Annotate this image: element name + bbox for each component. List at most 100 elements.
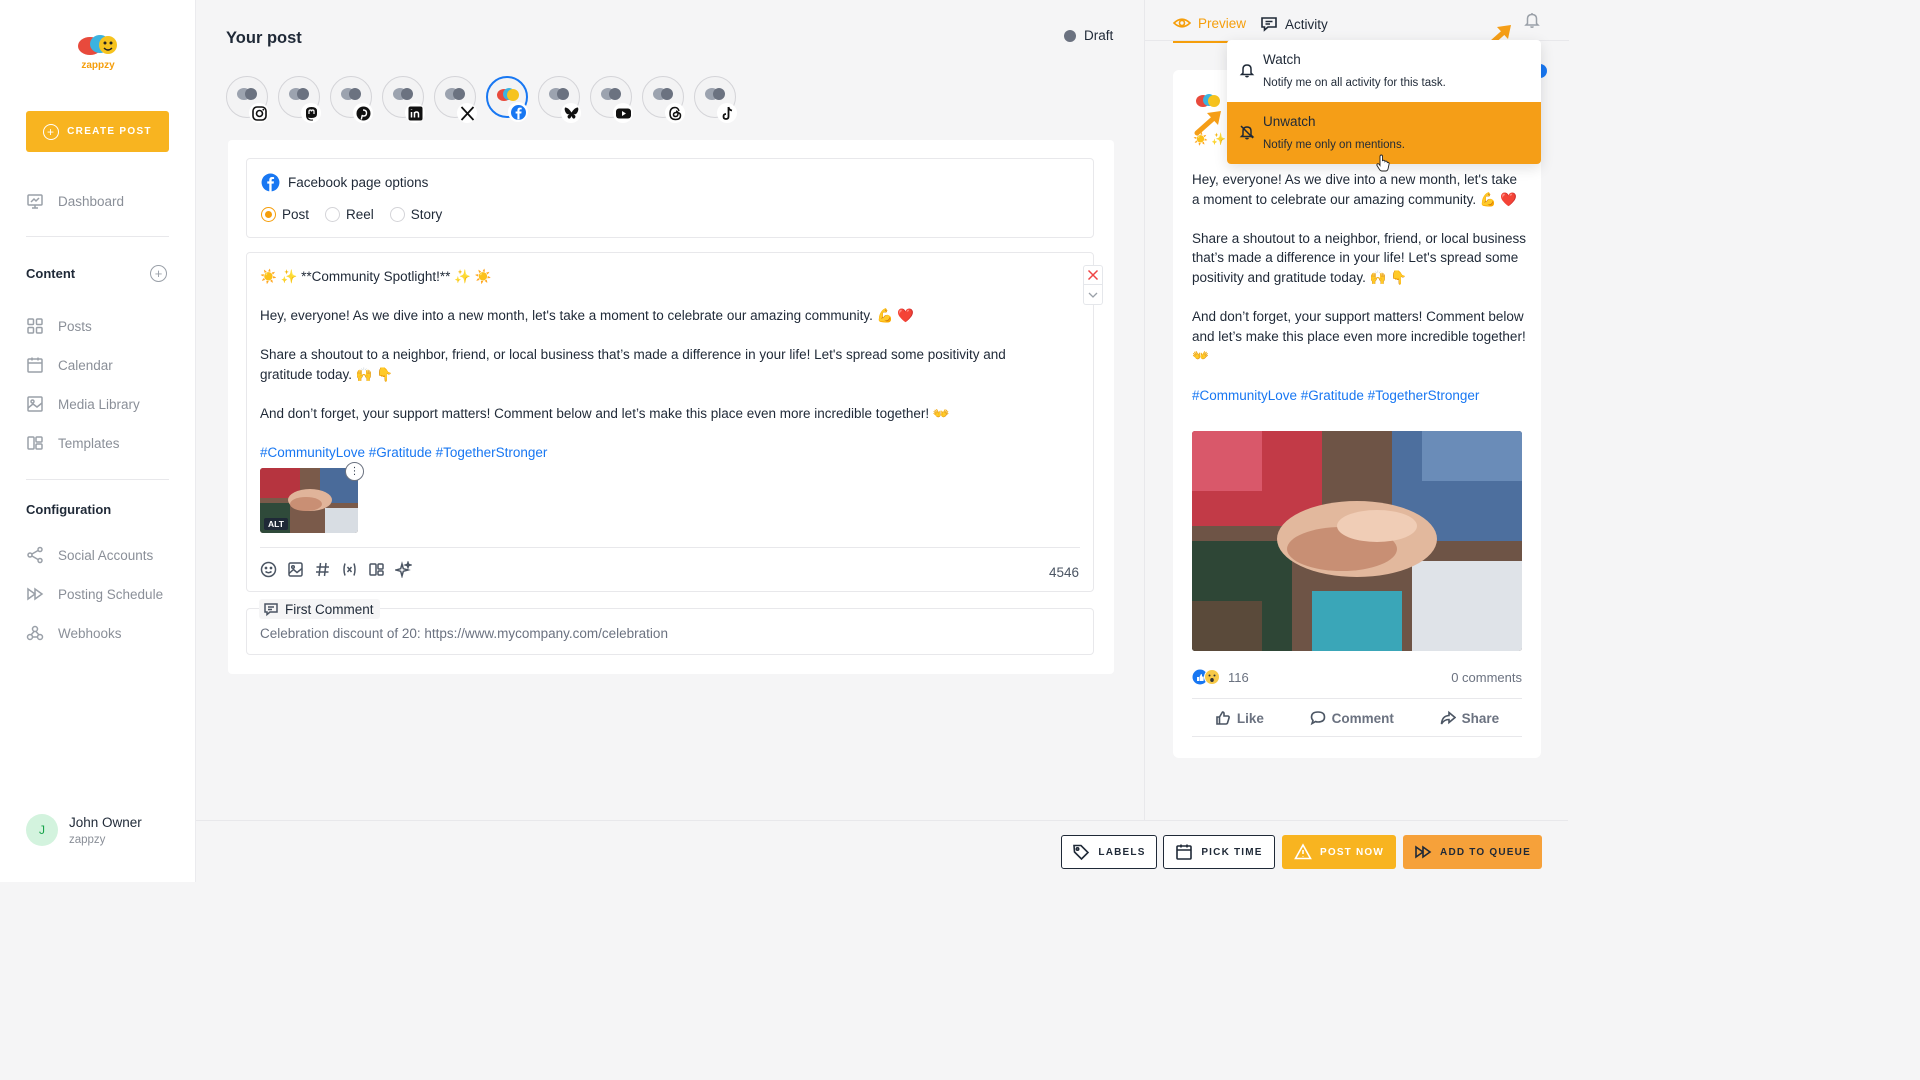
sparkles-icon[interactable] bbox=[395, 561, 412, 578]
share-arrow-icon bbox=[1440, 710, 1456, 725]
radio-label: Story bbox=[410, 207, 443, 222]
status-badge: Draft bbox=[1064, 28, 1113, 43]
account-pinterest[interactable] bbox=[330, 76, 373, 123]
more-options-icon[interactable]: ⋮ bbox=[345, 462, 364, 481]
radio-button[interactable] bbox=[325, 207, 341, 222]
like-button[interactable]: Like bbox=[1215, 710, 1264, 726]
status-label: Draft bbox=[1084, 28, 1114, 43]
create-post-button[interactable]: + CREATE POST bbox=[26, 111, 169, 152]
zappzy-logo[interactable]: zappzy bbox=[68, 30, 128, 74]
bell-icon[interactable] bbox=[1523, 11, 1541, 29]
remove-icon[interactable] bbox=[1083, 265, 1103, 285]
sidebar-label: Dashboard bbox=[58, 193, 125, 209]
account-mastodon[interactable] bbox=[278, 76, 321, 123]
sidebar-item-templates[interactable]: Templates bbox=[26, 434, 120, 452]
labels-button[interactable]: LABELS bbox=[1061, 835, 1157, 869]
account-threads[interactable] bbox=[642, 76, 685, 123]
radio-post[interactable]: Post bbox=[261, 207, 309, 222]
divider bbox=[26, 479, 169, 480]
sidebar-item-calendar[interactable]: Calendar bbox=[26, 356, 113, 374]
account-avatar-icon bbox=[601, 88, 621, 100]
add-content-icon[interactable]: + bbox=[150, 265, 167, 282]
tab-activity[interactable]: Activity bbox=[1260, 14, 1328, 43]
sidebar-label: Calendar bbox=[58, 357, 113, 373]
account-avatar-icon bbox=[393, 88, 413, 100]
emoji-icon[interactable] bbox=[260, 561, 277, 578]
menu-item-watch[interactable]: Watch Notify me on all activity for this… bbox=[1227, 40, 1541, 102]
sidebar-item-posting-schedule[interactable]: Posting Schedule bbox=[26, 585, 163, 603]
radio-reel[interactable]: Reel bbox=[325, 207, 374, 222]
account-bluesky[interactable] bbox=[538, 76, 581, 123]
facebook-page-options: Facebook page options Post Reel Story bbox=[246, 158, 1094, 238]
action-bar: LABELS PICK TIME POST NOW ADD TO QUEUE bbox=[196, 820, 1568, 882]
account-x[interactable] bbox=[434, 76, 477, 123]
mastodon-icon bbox=[301, 103, 321, 123]
hand-cursor-icon bbox=[1376, 154, 1390, 172]
preview-text: Hey, everyone! As we dive into a new mon… bbox=[1192, 170, 1528, 425]
calendar-icon bbox=[1176, 844, 1193, 860]
menu-item-title: Watch bbox=[1263, 52, 1301, 67]
radio-button-selected[interactable] bbox=[261, 207, 276, 222]
sidebar-item-posts[interactable]: Posts bbox=[26, 317, 92, 335]
sidebar-item-dashboard[interactable]: Dashboard bbox=[26, 192, 124, 210]
alt-text-badge[interactable]: ALT bbox=[264, 518, 288, 530]
thumbs-up-icon bbox=[1216, 711, 1230, 725]
reaction-count: 116 bbox=[1228, 669, 1249, 685]
divider bbox=[26, 236, 169, 237]
labels-label: LABELS bbox=[1098, 846, 1146, 858]
status-dot bbox=[1064, 29, 1076, 42]
add-to-queue-label: ADD TO QUEUE bbox=[1440, 846, 1531, 858]
add-to-queue-button[interactable]: ADD TO QUEUE bbox=[1403, 835, 1542, 869]
radio-story[interactable]: Story bbox=[389, 207, 443, 222]
comment-count[interactable]: 0 comments bbox=[1451, 670, 1522, 685]
attached-image-thumbnail[interactable]: ALT bbox=[260, 468, 358, 533]
fast-forward-icon bbox=[1415, 845, 1432, 859]
instagram-icon bbox=[249, 103, 269, 123]
post-actions: Like Comment Share bbox=[1192, 710, 1522, 726]
configuration-section-title: Configuration bbox=[26, 502, 112, 517]
user-profile[interactable]: J John Owner zappzy bbox=[26, 814, 142, 846]
radio-button[interactable] bbox=[389, 207, 405, 222]
divider bbox=[260, 547, 1080, 548]
grid-icon bbox=[27, 318, 43, 334]
post-text-line: Share a shoutout to a neighbor, friend, … bbox=[260, 347, 1006, 382]
comment-button[interactable]: Comment bbox=[1310, 710, 1394, 726]
account-youtube[interactable] bbox=[590, 76, 633, 123]
svg-text:zappzy: zappzy bbox=[81, 60, 115, 71]
presentation-icon bbox=[27, 194, 43, 209]
post-now-label: POST NOW bbox=[1319, 846, 1385, 858]
share-button[interactable]: Share bbox=[1440, 710, 1499, 726]
linkedin-icon bbox=[405, 103, 425, 123]
first-comment-field[interactable]: First Comment Celebration discount of 20… bbox=[246, 599, 1094, 655]
like-label: Like bbox=[1236, 710, 1264, 726]
account-facebook[interactable] bbox=[486, 76, 528, 122]
preview-paragraph: Share a shoutout to a neighbor, friend, … bbox=[1192, 230, 1526, 285]
template-icon[interactable] bbox=[368, 561, 385, 578]
account-instagram[interactable] bbox=[226, 76, 269, 123]
fast-forward-icon bbox=[27, 587, 44, 601]
sidebar-item-media-library[interactable]: Media Library bbox=[26, 395, 140, 413]
avatar: J bbox=[26, 814, 58, 846]
post-now-button[interactable]: POST NOW bbox=[1282, 835, 1396, 869]
account-avatar-icon bbox=[705, 88, 725, 100]
account-linkedin[interactable] bbox=[382, 76, 425, 123]
pick-time-button[interactable]: PICK TIME bbox=[1163, 835, 1275, 869]
reaction-summary[interactable]: 116 bbox=[1192, 669, 1249, 685]
image-icon[interactable] bbox=[287, 561, 304, 578]
post-type-radio-group: Post Reel Story bbox=[261, 207, 450, 222]
pinterest-icon bbox=[353, 103, 373, 123]
account-tiktok[interactable] bbox=[694, 76, 737, 123]
sidebar-item-webhooks[interactable]: Webhooks bbox=[26, 624, 122, 642]
chevron-down-icon[interactable] bbox=[1083, 285, 1103, 305]
comment-icon bbox=[264, 603, 278, 617]
hashtag-icon[interactable] bbox=[314, 561, 331, 578]
sidebar-label: Social Accounts bbox=[58, 547, 154, 563]
tab-preview[interactable]: Preview bbox=[1173, 14, 1247, 43]
sidebar-item-social-accounts[interactable]: Social Accounts bbox=[26, 546, 153, 564]
post-composer[interactable]: ☀️ ✨ **Community Spotlight!** ✨ ☀️ Hey, … bbox=[246, 252, 1103, 592]
sidebar-label: Posts bbox=[58, 318, 92, 334]
variable-icon[interactable] bbox=[341, 561, 358, 578]
first-comment-text[interactable]: Celebration discount of 20: https://www.… bbox=[260, 626, 668, 641]
post-text-editor[interactable]: ☀️ ✨ **Community Spotlight!** ✨ ☀️ Hey, … bbox=[260, 267, 1060, 482]
webhook-icon bbox=[26, 625, 44, 641]
